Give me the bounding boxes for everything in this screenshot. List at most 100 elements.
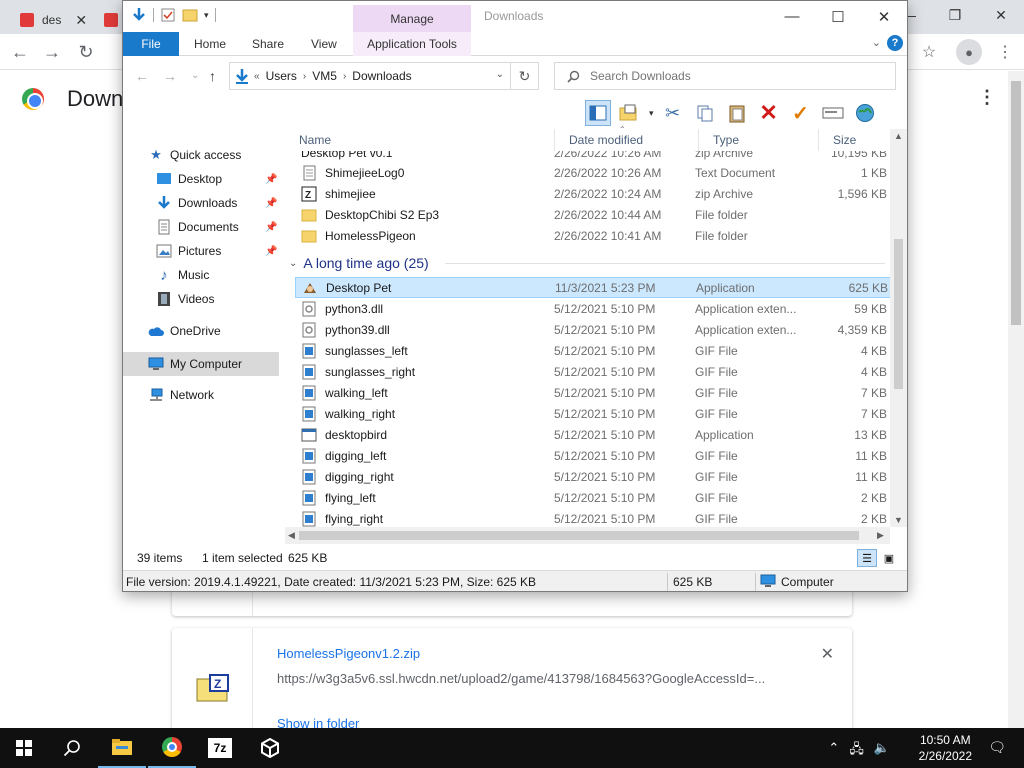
- breadcrumb-separator-icon[interactable]: ›: [343, 71, 346, 82]
- pin-icon[interactable]: 📌: [265, 174, 277, 185]
- address-dropdown-icon[interactable]: ⌄: [496, 69, 504, 80]
- recent-locations-icon[interactable]: ⌄: [191, 70, 199, 81]
- pin-icon[interactable]: 📌: [265, 198, 277, 209]
- file-row[interactable]: digging_left 5/12/2021 5:10 PM GIF File 11 …: [295, 445, 891, 466]
- file-row[interactable]: sunglasses_right 5/12/2021 5:10 PM GIF Fil…: [295, 361, 891, 382]
- properties-check-icon[interactable]: ✓: [788, 100, 814, 126]
- breadcrumb-downloads[interactable]: Downloads: [352, 69, 411, 83]
- taskbar-7zip[interactable]: 7z: [196, 728, 244, 768]
- forward-arrow-icon[interactable]: →: [40, 40, 64, 64]
- large-icons-view-icon[interactable]: ▣: [879, 549, 899, 567]
- file-row[interactable]: flying_left 5/12/2021 5:10 PM GIF File 2 KB: [295, 487, 891, 508]
- help-icon[interactable]: ?: [887, 35, 903, 51]
- nav-music[interactable]: ♪ Music: [156, 264, 209, 286]
- taskbar-clock[interactable]: 10:50 AM 2/26/2022: [919, 732, 972, 764]
- rename-icon[interactable]: [820, 100, 846, 126]
- scroll-up-icon[interactable]: ▲: [894, 131, 903, 141]
- scroll-right-icon[interactable]: ▶: [877, 530, 884, 541]
- taskbar-file-explorer[interactable]: [98, 728, 146, 768]
- address-bar[interactable]: « Users › VM5 › Downloads ⌄: [229, 62, 511, 90]
- horizontal-scroll-thumb[interactable]: [299, 531, 859, 540]
- tab-application-tools[interactable]: Application Tools: [353, 32, 471, 56]
- tab-share[interactable]: Share: [252, 32, 284, 56]
- maximize-icon[interactable]: ☐: [815, 1, 861, 32]
- file-row[interactable]: ShimejieeLog0 2/26/2022 10:26 AM Text Docu…: [295, 162, 891, 183]
- collapse-chevron-icon[interactable]: ⌄: [289, 258, 297, 269]
- file-row[interactable]: walking_left 5/12/2021 5:10 PM GIF File 7 K…: [295, 382, 891, 403]
- file-list-horizontal-scrollbar[interactable]: ◀ ▶: [285, 527, 890, 544]
- breadcrumb-vm5[interactable]: VM5: [312, 69, 337, 83]
- preview-pane-icon[interactable]: [585, 100, 611, 126]
- tray-chevron-icon[interactable]: ⌃: [828, 740, 839, 762]
- tab-view[interactable]: View: [311, 32, 337, 56]
- column-header-type[interactable]: Type: [699, 129, 819, 151]
- file-row[interactable]: python39.dll 5/12/2021 5:10 PM Application…: [295, 319, 891, 340]
- close-icon[interactable]: ✕: [861, 1, 907, 32]
- qat-dropdown-icon[interactable]: ▾: [204, 10, 209, 21]
- globe-icon[interactable]: [852, 100, 878, 126]
- file-row[interactable]: python3.dll 5/12/2021 5:10 PM Application …: [295, 298, 891, 319]
- chrome-tab-1[interactable]: des ✕: [12, 6, 95, 34]
- taskbar-chrome[interactable]: [148, 728, 196, 768]
- nav-desktop[interactable]: Desktop: [156, 168, 222, 190]
- forward-arrow-icon[interactable]: →: [163, 68, 177, 84]
- close-icon[interactable]: ✕: [978, 0, 1024, 30]
- file-row[interactable]: DesktopChibi S2 Ep3 2/26/2022 10:44 AM Fil…: [295, 204, 891, 225]
- taskbar-unity[interactable]: [246, 728, 294, 768]
- minimize-icon[interactable]: —: [769, 1, 815, 32]
- pin-icon[interactable]: 📌: [265, 222, 277, 233]
- file-row-selected[interactable]: Desktop Pet 11/3/2021 5:23 PM Application 6…: [295, 277, 891, 298]
- volume-icon[interactable]: 🔈: [874, 740, 890, 762]
- tab-close-icon[interactable]: ✕: [75, 12, 87, 29]
- page-scrollbar[interactable]: [1008, 71, 1024, 728]
- tab-file[interactable]: File: [123, 32, 179, 56]
- file-row[interactable]: Zshimejiee 2/26/2022 10:24 AM zip Archive 1…: [295, 183, 891, 204]
- folder-options-dropdown-icon[interactable]: ▾: [649, 108, 654, 119]
- delete-icon[interactable]: ✕: [756, 100, 782, 126]
- back-arrow-icon[interactable]: ←: [8, 40, 32, 64]
- paste-icon[interactable]: [724, 100, 750, 126]
- file-row[interactable]: walking_right 5/12/2021 5:10 PM GIF File 7 …: [295, 403, 891, 424]
- pin-icon[interactable]: 📌: [265, 246, 277, 257]
- search-box[interactable]: [554, 62, 896, 90]
- column-header-date-modified[interactable]: Date modified ⌃: [555, 125, 699, 151]
- up-arrow-icon[interactable]: ↑: [209, 68, 216, 84]
- page-scroll-thumb[interactable]: [1011, 81, 1021, 325]
- refresh-icon[interactable]: ↻: [511, 62, 539, 90]
- file-row[interactable]: flying_right 5/12/2021 5:10 PM GIF File 2 K…: [295, 508, 891, 527]
- group-header-long-time-ago[interactable]: ⌄ A long time ago (25): [289, 252, 429, 274]
- file-row[interactable]: HomelessPigeon 2/26/2022 10:41 AM File fol…: [295, 225, 891, 246]
- bookmark-star-icon[interactable]: ☆: [916, 39, 942, 65]
- nav-my-computer[interactable]: My Computer: [148, 353, 242, 375]
- start-button[interactable]: [0, 728, 48, 768]
- nav-network[interactable]: Network: [148, 384, 214, 406]
- file-row[interactable]: sunglasses_left 5/12/2021 5:10 PM GIF File…: [295, 340, 891, 361]
- manage-contextual-tab[interactable]: Manage: [353, 5, 471, 32]
- download-file-link[interactable]: HomelessPigeonv1.2.zip: [277, 646, 420, 661]
- tab-home[interactable]: Home: [194, 32, 226, 56]
- breadcrumb-overflow[interactable]: «: [254, 71, 260, 82]
- column-header-name[interactable]: Name: [285, 129, 555, 151]
- ribbon-expand-icon[interactable]: ⌄: [872, 36, 881, 49]
- restore-icon[interactable]: ❐: [932, 0, 978, 30]
- breadcrumb-users[interactable]: Users: [266, 69, 297, 83]
- search-input[interactable]: [590, 69, 870, 83]
- taskbar-search-button[interactable]: [48, 728, 96, 768]
- nav-documents[interactable]: Documents: [156, 216, 239, 238]
- nav-onedrive[interactable]: OneDrive: [148, 320, 221, 342]
- new-folder-icon[interactable]: [182, 7, 198, 23]
- cut-icon[interactable]: ✂: [660, 100, 686, 126]
- breadcrumb-separator-icon[interactable]: ›: [303, 71, 306, 82]
- details-view-icon[interactable]: ☰: [857, 549, 877, 567]
- page-menu-icon[interactable]: ⋮: [978, 87, 996, 108]
- network-status-icon[interactable]: 🖧: [849, 740, 864, 762]
- chrome-menu-icon[interactable]: ⋮: [992, 39, 1018, 65]
- nav-videos[interactable]: Videos: [156, 288, 214, 310]
- notification-center-icon[interactable]: 🗨: [988, 739, 1006, 756]
- profile-avatar-icon[interactable]: ●: [956, 39, 982, 65]
- properties-icon[interactable]: [160, 7, 176, 23]
- column-header-size[interactable]: Size: [819, 129, 891, 151]
- copy-icon[interactable]: [692, 100, 718, 126]
- nav-downloads[interactable]: Downloads: [156, 192, 237, 214]
- back-arrow-icon[interactable]: ←: [135, 68, 149, 84]
